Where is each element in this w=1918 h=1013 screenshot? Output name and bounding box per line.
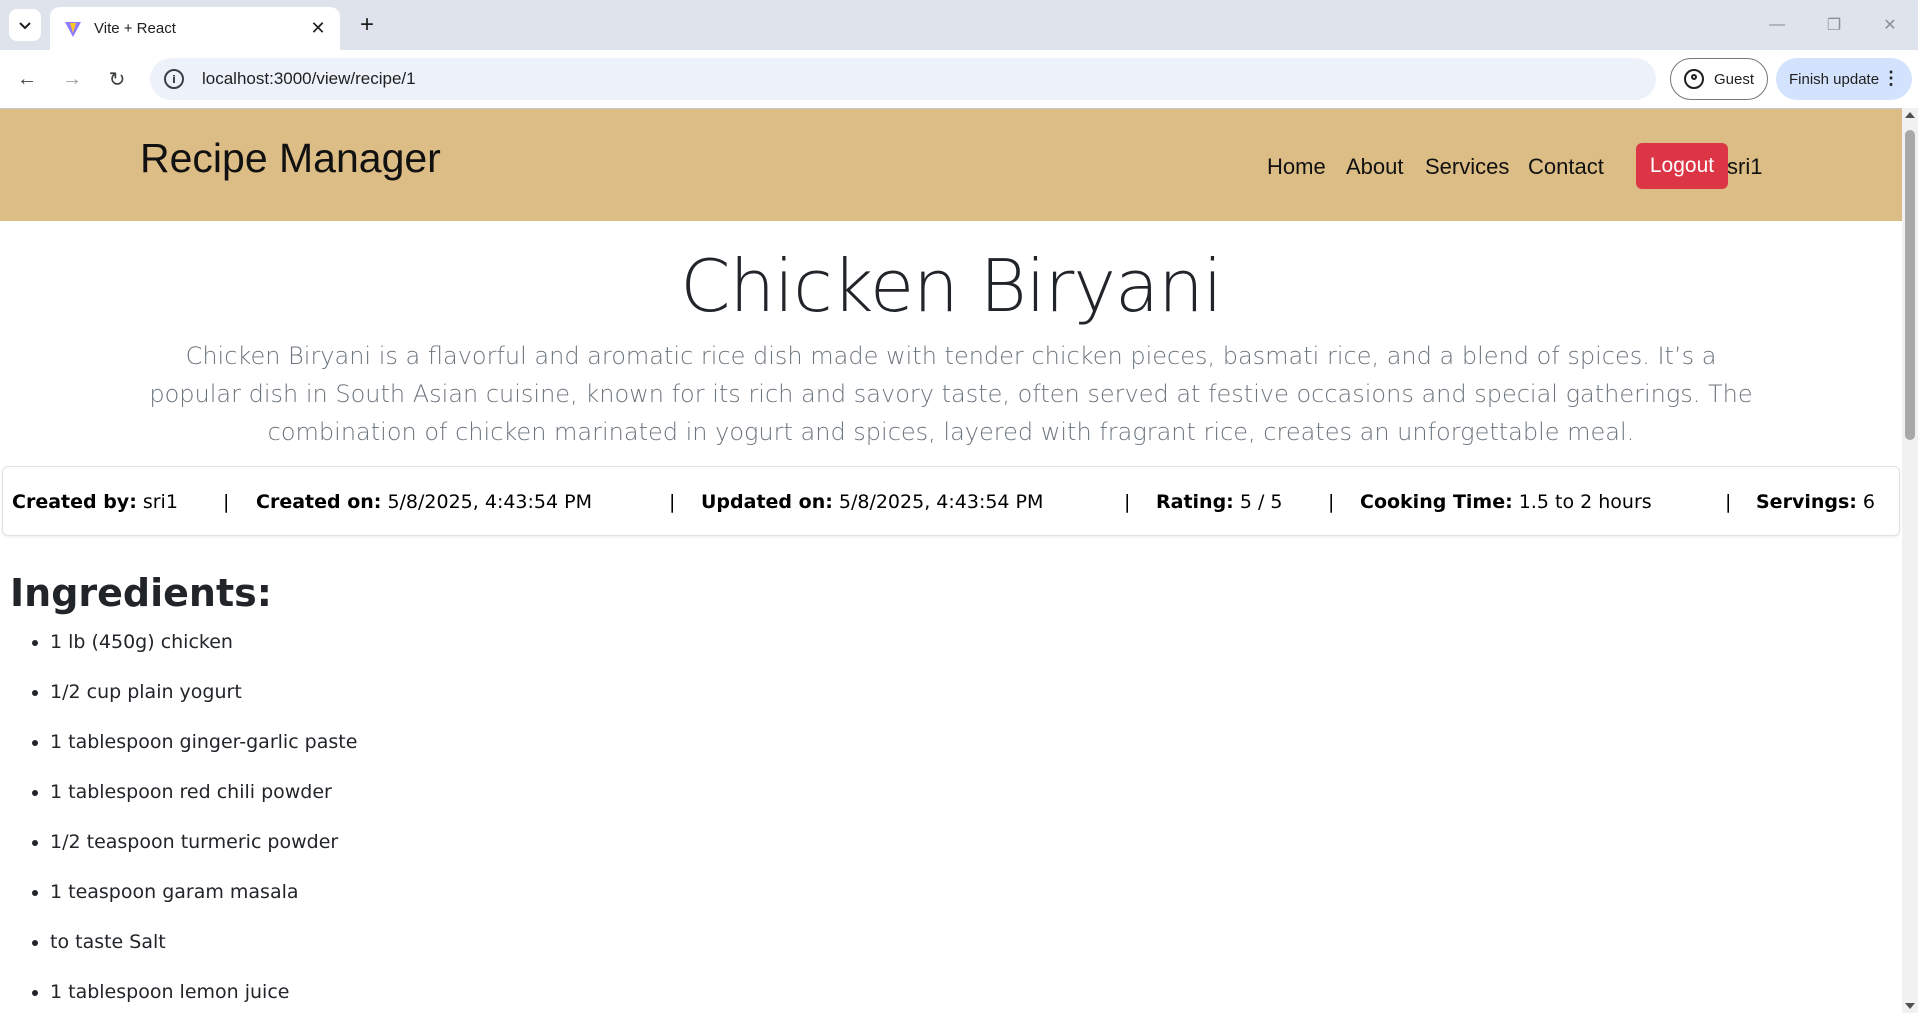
meta-separator: | [1328, 491, 1335, 513]
meta-created-by: Created by: sri1 [12, 491, 178, 513]
vite-logo-icon [65, 21, 81, 37]
close-tab-icon[interactable]: ✕ [308, 18, 328, 39]
meta-separator: | [223, 491, 230, 513]
restore-icon[interactable]: ❐ [1819, 10, 1849, 40]
page-viewport: Recipe Manager Home About Services Conta… [0, 108, 1902, 1013]
chevron-down-icon [19, 22, 31, 30]
update-label: Finish update [1789, 70, 1880, 88]
scroll-down-arrow-icon[interactable] [1905, 1003, 1915, 1009]
browser-tab[interactable]: Vite + React ✕ [50, 7, 340, 50]
finish-update-button[interactable]: Finish update ⋮ [1776, 58, 1912, 100]
brand-title[interactable]: Recipe Manager [140, 135, 441, 182]
profile-icon [1683, 69, 1704, 89]
ingredient-item: 1 tablespoon ginger-garlic paste [50, 732, 357, 782]
recipe-meta-card: Created by: sri1 | Created on: 5/8/2025,… [2, 466, 1900, 536]
logout-button[interactable]: Logout [1636, 143, 1728, 189]
scroll-thumb[interactable] [1905, 130, 1915, 440]
new-tab-button[interactable]: + [352, 10, 382, 40]
meta-created-on: Created on: 5/8/2025, 4:43:54 PM [256, 491, 592, 513]
forward-arrow-icon[interactable]: → [57, 64, 87, 94]
meta-separator: | [1124, 491, 1131, 513]
username-label: sri1 [1727, 154, 1763, 179]
scroll-up-arrow-icon[interactable] [1905, 112, 1915, 118]
meta-cooking-time: Cooking Time: 1.5 to 2 hours [1360, 491, 1652, 513]
meta-rating: Rating: 5 / 5 [1156, 491, 1283, 513]
ingredients-list: 1 lb (450g) chicken 1/2 cup plain yogurt… [50, 632, 357, 1013]
meta-separator: | [669, 491, 676, 513]
ingredient-item: 1/2 cup plain yogurt [50, 682, 357, 732]
browser-toolbar: ← → ↻ i localhost:3000/view/recipe/1 Gue… [0, 50, 1918, 108]
nav-services[interactable]: Services [1425, 154, 1509, 180]
meta-updated-on: Updated on: 5/8/2025, 4:43:54 PM [701, 491, 1044, 513]
tab-title: Vite + React [94, 20, 176, 37]
ingredient-item: 1 tablespoon red chili powder [50, 782, 357, 832]
ingredient-item: 1/2 teaspoon turmeric powder [50, 832, 357, 882]
url-text: localhost:3000/view/recipe/1 [202, 69, 416, 88]
ingredient-item: 1 lb (450g) chicken [50, 632, 357, 682]
nav-home[interactable]: Home [1267, 154, 1326, 180]
site-header: Recipe Manager Home About Services Conta… [0, 109, 1902, 221]
guest-label: Guest [1713, 70, 1755, 88]
nav-about[interactable]: About [1346, 154, 1404, 180]
close-window-icon[interactable]: ✕ [1875, 10, 1905, 40]
ingredient-item: to taste Salt [50, 932, 357, 982]
back-arrow-icon[interactable]: ← [12, 64, 42, 94]
recipe-title: Chicken Biryani [680, 244, 1223, 328]
ingredient-item: 1 teaspoon garam masala [50, 882, 357, 932]
meta-separator: | [1725, 491, 1732, 513]
guest-profile-button[interactable]: Guest [1670, 58, 1768, 100]
nav-contact[interactable]: Contact [1528, 154, 1604, 180]
recipe-description: Chicken Biryani is a flavorful and aroma… [149, 342, 1753, 446]
meta-servings: Servings: 6 [1756, 491, 1876, 513]
ingredients-heading: Ingredients: [10, 571, 272, 615]
browser-tab-strip: Vite + React ✕ + — ❐ ✕ [0, 0, 1918, 50]
ingredient-item: 1 tablespoon lemon juice [50, 982, 357, 1013]
reload-icon[interactable]: ↻ [102, 64, 132, 94]
site-info-icon[interactable]: i [164, 69, 184, 89]
more-vert-icon[interactable]: ⋮ [1882, 68, 1900, 88]
minimize-icon[interactable]: — [1762, 10, 1792, 40]
address-bar[interactable]: i localhost:3000/view/recipe/1 [150, 58, 1656, 100]
page-scrollbar[interactable] [1902, 108, 1918, 1013]
tab-search-button[interactable] [9, 9, 41, 41]
